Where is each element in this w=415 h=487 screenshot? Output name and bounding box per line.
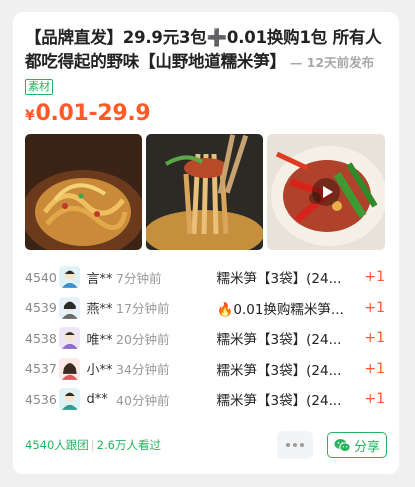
order-row: 4536 d** 40分钟前 糯米笋【3袋】(24... +1 — [25, 384, 387, 415]
order-time: 34分钟前 — [116, 362, 170, 378]
buyer-name: 小** — [86, 363, 113, 379]
share-button[interactable]: 分享 — [327, 432, 387, 458]
wechat-icon — [334, 438, 351, 452]
food-photo-icon — [146, 134, 263, 250]
order-quantity: +1 — [364, 391, 385, 408]
stats: 4540人跟团 | 2.6万人看过 — [25, 437, 161, 453]
order-product: 糯米笋【3袋】(24... — [216, 393, 342, 410]
image-gallery — [25, 134, 387, 250]
order-list: 4540 言** 7分钟前 糯米笋【3袋】(24... +1 4539 燕** … — [25, 262, 387, 415]
order-number: 4536 — [25, 391, 57, 407]
more-dot-icon — [300, 443, 304, 447]
order-number: 4538 — [25, 330, 57, 346]
order-time: 40分钟前 — [116, 392, 170, 408]
order-number: 4539 — [25, 300, 57, 316]
avatar-icon — [58, 266, 81, 289]
material-tag[interactable]: 素材 — [25, 79, 53, 95]
price-value: 0.01-29.9 — [35, 101, 151, 126]
buyer-name: 唯** — [86, 332, 113, 348]
order-product: 🔥0.01换购糯米笋... — [216, 301, 344, 318]
order-row: 4538 唯** 20分钟前 糯米笋【3袋】(24... +1 — [25, 323, 387, 354]
buyer-name: d** — [86, 391, 108, 407]
product-image-2[interactable] — [146, 134, 263, 250]
order-time: 20分钟前 — [116, 331, 170, 347]
viewed-count: 2.6万人看过 — [96, 438, 161, 452]
order-quantity: +1 — [364, 330, 385, 347]
avatar-icon — [58, 357, 81, 380]
card-footer: 4540人跟团 | 2.6万人看过 分享 — [25, 430, 387, 460]
price-currency: ¥ — [25, 108, 35, 124]
product-video[interactable] — [267, 134, 385, 250]
order-quantity: +1 — [364, 299, 385, 316]
food-photo-icon — [25, 134, 142, 250]
posted-time: — 12天前发布 — [289, 55, 375, 70]
avatar-icon — [58, 296, 81, 319]
price: ¥0.01-29.9 — [25, 100, 387, 130]
order-row: 4540 言** 7分钟前 糯米笋【3袋】(24... +1 — [25, 262, 387, 293]
order-product: 糯米笋【3袋】(24... — [216, 362, 342, 379]
order-row: 4539 燕** 17分钟前 🔥0.01换购糯米笋... +1 — [25, 293, 387, 324]
more-dot-icon — [286, 443, 290, 447]
buyer-name: 燕** — [86, 302, 113, 318]
more-dot-icon — [293, 443, 297, 447]
play-icon[interactable] — [312, 178, 340, 206]
order-number: 4540 — [25, 269, 57, 285]
order-product: 糯米笋【3袋】(24... — [216, 332, 342, 349]
joined-count: 4540人跟团 — [25, 438, 89, 452]
order-quantity: +1 — [364, 269, 385, 286]
order-quantity: +1 — [364, 360, 385, 377]
order-number: 4537 — [25, 361, 57, 377]
order-time: 7分钟前 — [116, 270, 162, 286]
post-title[interactable]: 【品牌直发】29.9元3包➕0.01换购1包 所有人都吃得起的野味【山野地道糯米… — [25, 26, 387, 75]
avatar-icon — [58, 388, 81, 411]
order-row: 4537 小** 34分钟前 糯米笋【3袋】(24... +1 — [25, 354, 387, 385]
order-time: 17分钟前 — [116, 301, 170, 317]
buyer-name: 言** — [86, 271, 113, 287]
product-image-1[interactable] — [25, 134, 142, 250]
posted-time-text: 12天前发布 — [306, 55, 375, 70]
more-button[interactable] — [277, 431, 313, 459]
avatar-icon — [58, 327, 81, 350]
share-label: 分享 — [353, 439, 380, 455]
stats-separator: | — [90, 438, 95, 452]
group-buy-card[interactable]: 【品牌直发】29.9元3包➕0.01换购1包 所有人都吃得起的野味【山野地道糯米… — [13, 12, 399, 474]
order-product: 糯米笋【3袋】(24... — [216, 271, 342, 288]
